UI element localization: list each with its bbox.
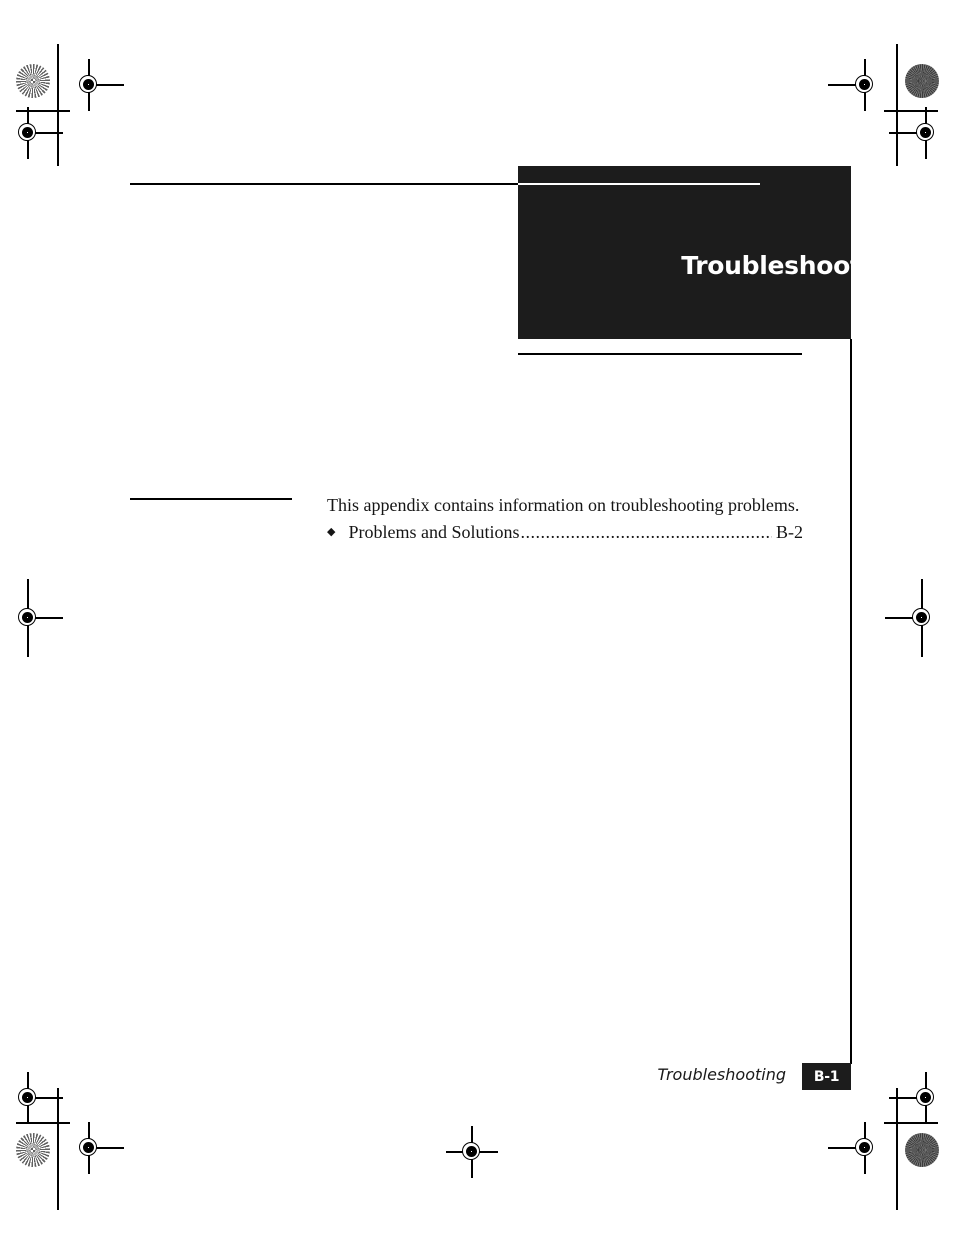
chapter-letter: B <box>876 171 906 215</box>
header-rule-inside-panel <box>518 183 760 185</box>
halftone-star-target-bottom-left <box>16 1133 50 1167</box>
trim-line-top-left-vertical <box>57 44 59 166</box>
registration-mark-middle-right <box>885 579 939 657</box>
footer-chapter-name: Troubleshooting <box>657 1065 786 1084</box>
trim-line-bottom-right-vertical <box>896 1088 898 1210</box>
vertical-edge-rule <box>850 339 852 1064</box>
halftone-star-target-top-left <box>16 64 50 98</box>
toc-dot-leader: ........................................… <box>520 522 772 542</box>
registration-mark-bottom-left <box>72 1122 124 1174</box>
toc-page-number: B-2 <box>776 522 803 542</box>
header-rule-left <box>130 183 518 185</box>
trim-line-lower-right-horizontal <box>884 1122 938 1124</box>
registration-mark-upper-left-outer <box>11 107 63 159</box>
footer-page-number: B-1 <box>813 1068 840 1085</box>
toc-entry-label: Problems and Solutions <box>348 522 520 542</box>
registration-mark-upper-right-outer <box>889 107 943 159</box>
halftone-star-target-bottom-right <box>905 1133 939 1167</box>
trim-line-bottom-left-vertical <box>57 1088 59 1210</box>
trim-line-upper-left-horizontal <box>16 110 70 112</box>
footer-page-tab: B-1 <box>802 1063 851 1090</box>
trim-line-top-right-vertical <box>896 44 898 166</box>
intro-paragraph: This appendix contains information on tr… <box>327 495 800 515</box>
registration-mark-top-left <box>72 59 124 111</box>
halftone-star-target-top-right <box>905 64 939 98</box>
registration-mark-bottom-center <box>446 1126 498 1178</box>
diamond-bullet-icon: ◆ <box>327 526 336 538</box>
trim-line-upper-right-horizontal <box>884 110 938 112</box>
document-page: B Troubleshooting This appendix contains… <box>0 0 954 1235</box>
body-side-rule <box>130 498 292 500</box>
rule-below-chapter-panel <box>518 353 802 355</box>
trim-line-lower-left-horizontal <box>16 1122 70 1124</box>
toc-entry[interactable]: ◆ Problems and Solutions ...............… <box>327 522 803 543</box>
registration-mark-lower-right-outer <box>889 1072 943 1124</box>
registration-mark-top-right <box>828 59 882 111</box>
registration-mark-middle-left <box>11 579 63 657</box>
registration-mark-lower-left-outer <box>11 1072 63 1124</box>
page-title: Troubleshooting <box>681 251 905 280</box>
registration-mark-bottom-right <box>828 1122 882 1174</box>
